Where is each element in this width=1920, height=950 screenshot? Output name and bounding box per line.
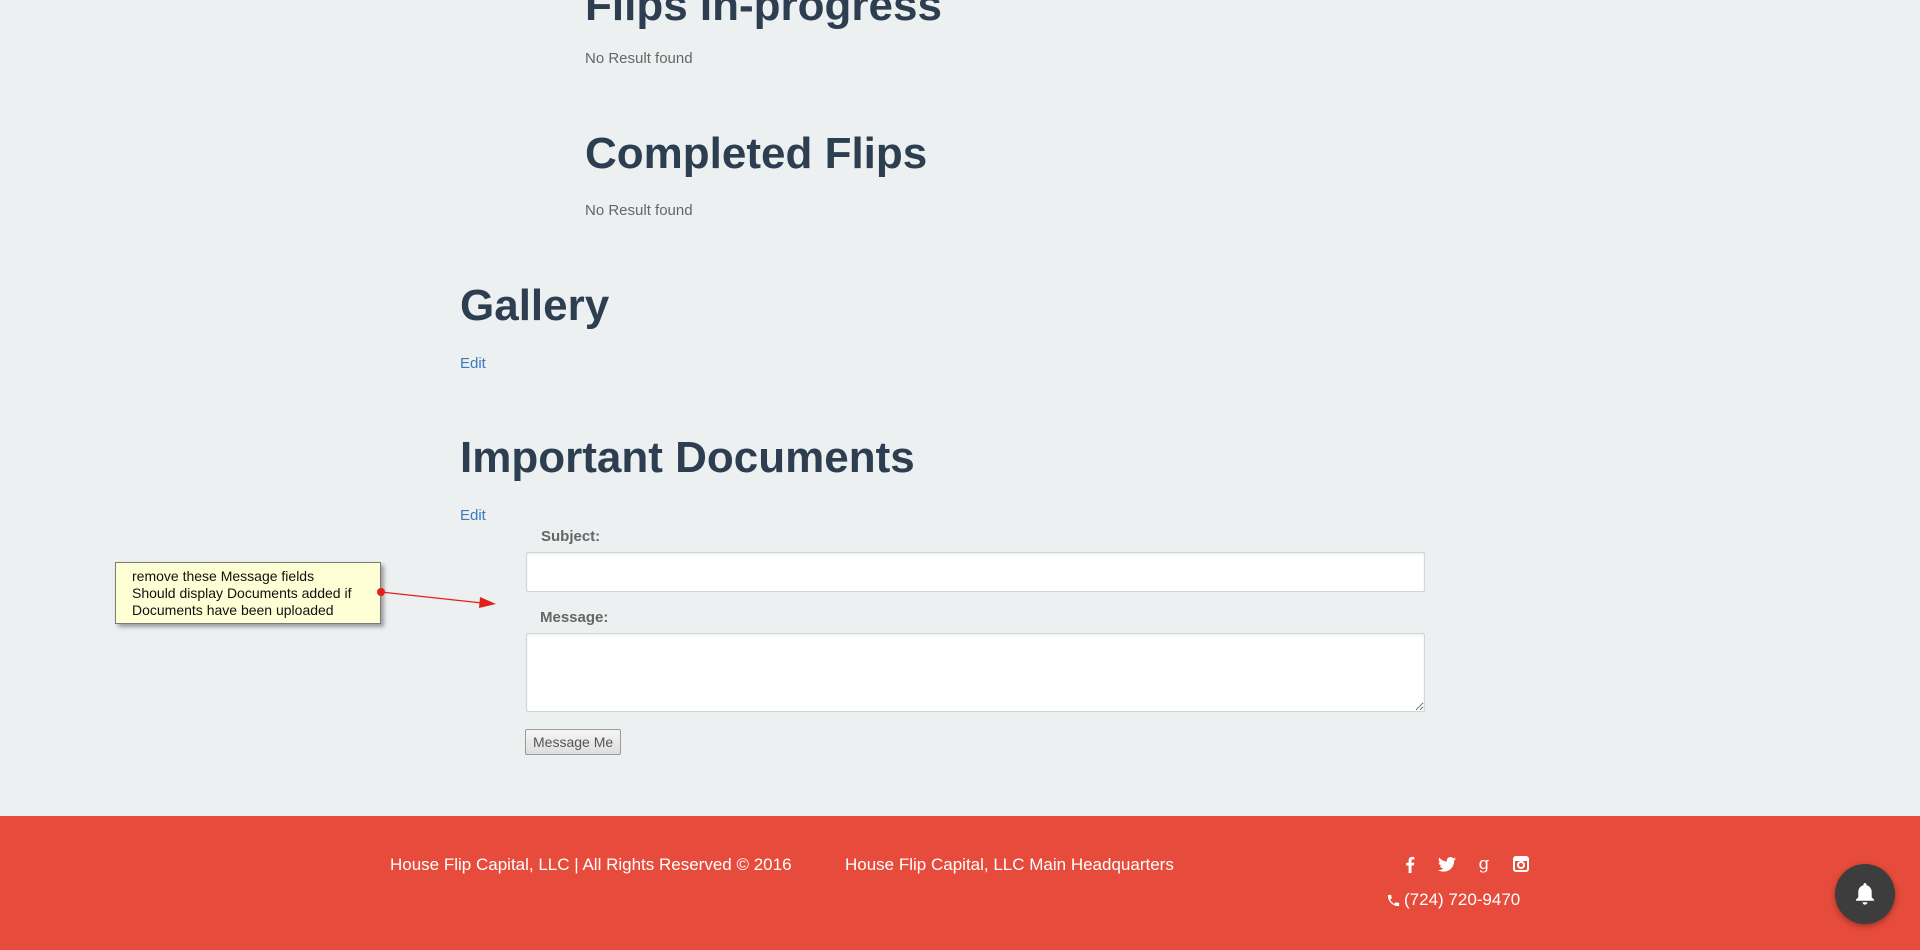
- in-progress-empty-text: No Result found: [585, 50, 693, 67]
- annotation-note: remove these Message fields Should displ…: [115, 562, 381, 624]
- annotation-arrow-line: [380, 591, 483, 604]
- documents-edit-link[interactable]: Edit: [460, 507, 486, 524]
- facebook-glyph: [1406, 856, 1415, 873]
- facebook-icon[interactable]: [1399, 853, 1421, 875]
- phone-icon: [1387, 894, 1400, 906]
- footer-phone: (724) 720-9470: [1386, 890, 1520, 910]
- google-plus-icon[interactable]: g: [1473, 853, 1495, 875]
- completed-empty-text: No Result found: [585, 202, 693, 219]
- twitter-glyph: [1438, 856, 1456, 872]
- footer-headquarters: House Flip Capital, LLC Main Headquarter…: [845, 855, 1174, 874]
- annotation-arrow: [377, 588, 496, 608]
- instagram-glyph: [1513, 856, 1529, 872]
- site-footer: [0, 816, 1920, 950]
- footer-copyright: House Flip Capital, LLC | All Rights Res…: [390, 855, 792, 874]
- google-glyph: g: [1479, 855, 1490, 873]
- phone-number: (724) 720-9470: [1404, 890, 1521, 909]
- important-documents-heading: Important Documents: [460, 433, 915, 482]
- completed-flips-heading: Completed Flips: [585, 129, 928, 178]
- annotation-line: Should display Documents added if: [132, 585, 352, 601]
- bell-icon: [1856, 883, 1874, 905]
- annotation-line: remove these Message fields: [132, 568, 315, 584]
- svg-text:g: g: [1479, 855, 1490, 873]
- instagram-icon[interactable]: [1510, 853, 1532, 875]
- annotation-line: Documents have been uploaded: [132, 602, 334, 618]
- message-label: Message:: [540, 609, 609, 626]
- notification-bell-button[interactable]: [1835, 864, 1895, 924]
- twitter-icon[interactable]: [1436, 853, 1458, 875]
- gallery-edit-link[interactable]: Edit: [460, 355, 486, 372]
- subject-input[interactable]: [526, 552, 1425, 592]
- message-textarea[interactable]: [526, 633, 1425, 712]
- message-me-button[interactable]: Message Me: [525, 729, 622, 755]
- page: Flips In-progress No Result found Comple…: [0, 0, 1920, 950]
- subject-label: Subject:: [541, 528, 601, 545]
- gallery-heading: Gallery: [460, 281, 610, 330]
- flips-in-progress-heading: Flips In-progress: [585, 0, 942, 30]
- annotation-arrow-head: [479, 597, 496, 608]
